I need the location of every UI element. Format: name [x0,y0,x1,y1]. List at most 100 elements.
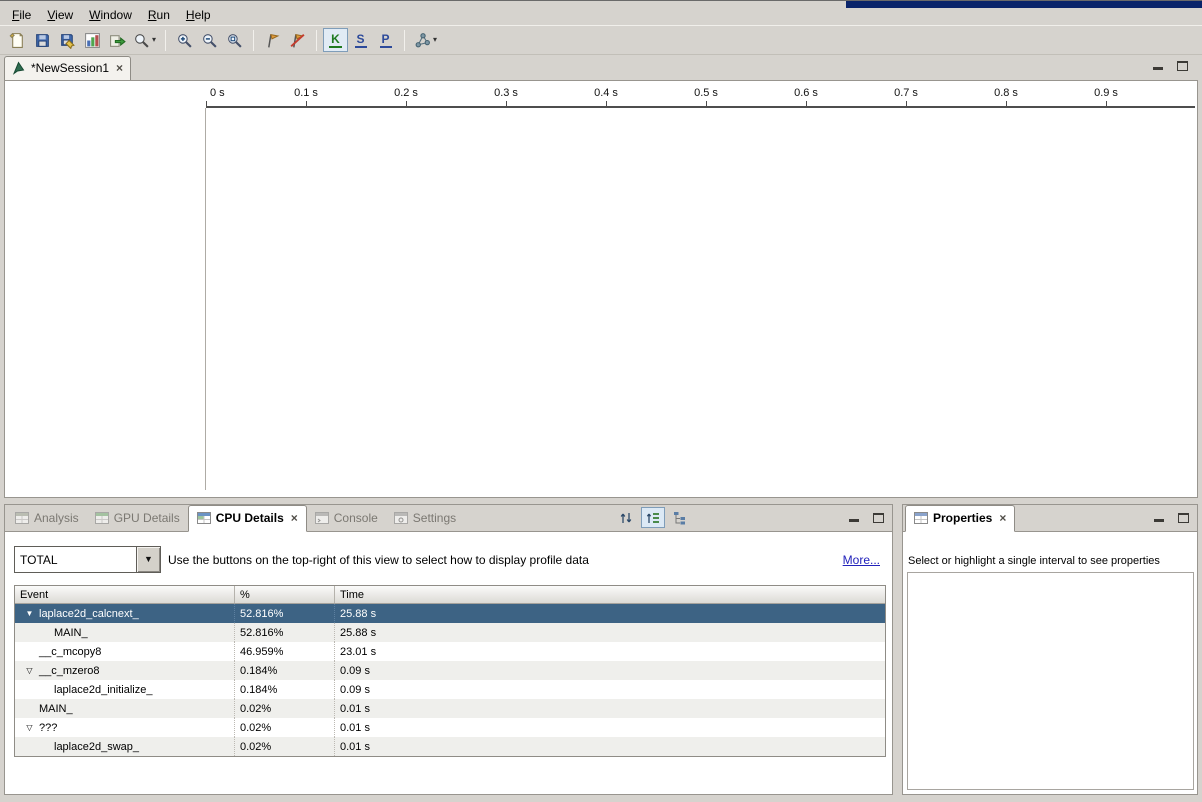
tab-console[interactable]: Console [307,506,386,531]
maximize-button[interactable] [1175,513,1191,527]
close-icon[interactable]: × [289,512,298,524]
event-time: 23.01 s [335,642,885,661]
tab-label: Properties [933,511,992,525]
ruler-tick [706,101,707,106]
p-view-toggle-button[interactable]: P [373,28,398,52]
maximize-icon [1178,513,1189,523]
flag-slash-icon [289,32,306,49]
table-row[interactable]: ▽__c_mzero8 0.184% 0.09 s [15,661,885,680]
ruler-tick-label: 0 s [210,87,225,99]
combo-dropdown-button[interactable]: ▼ [136,547,160,572]
event-name: __c_mcopy8 [39,646,101,658]
minimize-button[interactable] [1150,61,1166,75]
event-name: laplace2d_swap_ [54,741,139,753]
tab-label: CPU Details [216,511,284,525]
analysis-button[interactable]: ▾ [411,28,440,52]
ruler-tick-label: 0.1 s [294,87,318,99]
event-percent: 0.184% [235,680,335,699]
minimize-icon [1153,67,1163,70]
more-link[interactable]: More... [843,553,880,567]
display-mode-combo[interactable]: TOTAL ▼ [14,546,161,573]
minimize-button[interactable] [846,513,862,527]
zoom-out-button[interactable] [197,28,222,52]
menu-help[interactable]: Help [178,6,219,24]
bar-chart-icon [84,32,101,49]
s-view-toggle-button[interactable]: S [348,28,373,52]
export-button[interactable] [105,28,130,52]
table-row[interactable]: __c_mcopy8 46.959% 23.01 s [15,642,885,661]
menu-view[interactable]: View [39,6,81,24]
combo-value[interactable]: TOTAL [15,547,136,572]
sort-order-icon [618,510,634,526]
table-row[interactable]: ▽??? 0.02% 0.01 s [15,718,885,737]
table-row[interactable]: laplace2d_initialize_ 0.184% 0.09 s [15,680,885,699]
properties-panel: Properties × Select or highlight a singl… [902,504,1198,795]
analysis-molecule-icon [414,32,431,49]
zoom-in-button[interactable] [172,28,197,52]
event-percent: 0.02% [235,737,335,756]
properties-window-buttons [1151,513,1191,531]
new-session-button[interactable] [5,28,30,52]
profile-table: Event % Time ▼laplace2d_calcnext_ 52.816… [14,585,886,757]
tree-view-button[interactable] [668,507,692,528]
table-row[interactable]: MAIN_ 52.816% 25.88 s [15,623,885,642]
gpu-details-tab-icon [95,512,109,524]
close-icon[interactable]: × [114,62,123,74]
save-as-button[interactable] [55,28,80,52]
k-view-icon: K [329,33,342,48]
new-session-icon [9,32,26,49]
save-as-icon [59,32,76,49]
minimize-icon [1154,519,1164,522]
properties-hint-text: Select or highlight a single interval to… [908,555,1194,567]
k-view-toggle-button[interactable]: K [323,28,348,52]
find-button[interactable]: ▾ [130,28,159,52]
save-session-button[interactable] [30,28,55,52]
chart-view-button[interactable] [80,28,105,52]
sort-order-button[interactable] [614,507,638,528]
column-header-percent[interactable]: % [235,586,335,603]
tab-settings[interactable]: Settings [386,506,464,531]
save-icon [34,32,51,49]
properties-tabbar: Properties × [903,505,1197,532]
zoom-fit-button[interactable] [222,28,247,52]
maximize-button[interactable] [1174,61,1190,75]
p-view-icon: P [380,33,392,48]
tab-label: GPU Details [114,511,180,525]
close-icon[interactable]: × [997,512,1006,524]
window-titlebar-fragment [846,1,1202,8]
tab-properties[interactable]: Properties × [905,505,1015,532]
minimize-button[interactable] [1151,513,1167,527]
expander-icon[interactable]: ▽ [20,724,39,732]
event-name: laplace2d_initialize_ [54,684,152,696]
maximize-button[interactable] [870,513,886,527]
expander-icon[interactable]: ▽ [20,667,39,675]
tab-analysis[interactable]: Analysis [7,506,87,531]
table-row[interactable]: laplace2d_swap_ 0.02% 0.01 s [15,737,885,756]
column-header-time[interactable]: Time [335,586,885,603]
zoom-fit-icon [226,32,243,49]
timeline-row-divider[interactable] [205,108,206,490]
tab-cpu-details[interactable]: CPU Details × [188,505,307,532]
session-tab[interactable]: *NewSession1 × [4,56,131,80]
tab-label: Settings [413,511,456,525]
zoom-out-icon [201,32,218,49]
marker-clear-button[interactable] [285,28,310,52]
table-row[interactable]: ▼laplace2d_calcnext_ 52.816% 25.88 s [15,604,885,623]
menu-run[interactable]: Run [140,6,178,24]
event-name: MAIN_ [39,703,73,715]
event-time: 0.01 s [335,699,885,718]
menu-file[interactable]: File [4,6,39,24]
editor-tab-row: *NewSession1 × [4,56,1198,80]
group-by-icon [645,510,661,526]
expander-icon[interactable]: ▼ [20,610,39,618]
group-by-button[interactable] [641,507,665,528]
event-time: 0.01 s [335,737,885,756]
timeline-editor: 0 s 0.1 s 0.2 s 0.3 s 0.4 s 0.5 s 0.6 s … [4,80,1198,498]
tab-gpu-details[interactable]: GPU Details [87,506,188,531]
table-row[interactable]: MAIN_ 0.02% 0.01 s [15,699,885,718]
column-header-event[interactable]: Event [15,586,235,603]
properties-tab-icon [914,512,928,524]
menu-window[interactable]: Window [81,6,140,24]
session-icon [12,61,26,75]
marker-forward-button[interactable] [260,28,285,52]
